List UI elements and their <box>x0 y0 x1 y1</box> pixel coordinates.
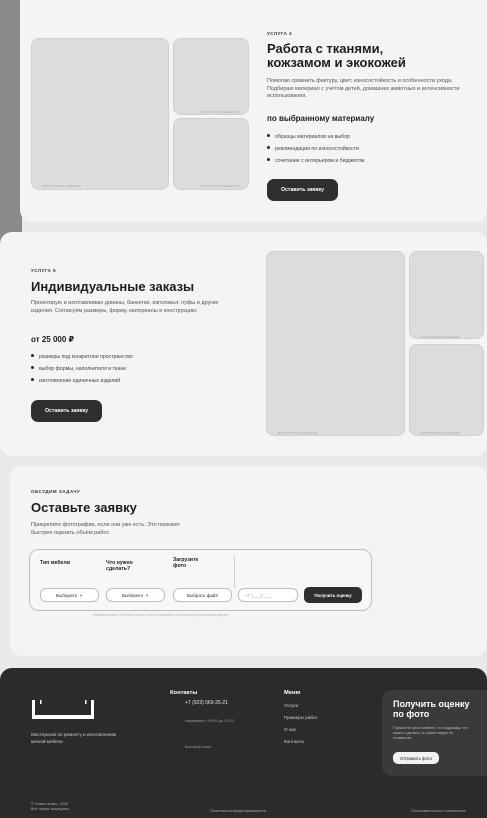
footer: Мастерская по ремонту и изготовлению мяг… <box>0 668 487 818</box>
service-5-eyebrow: УСЛУГА 5 <box>31 268 57 273</box>
service-5-bullet: изготовление единичных изделий <box>31 378 120 384</box>
service-4-price: по выбранному материалу <box>267 114 375 123</box>
service-5-bullet: выбор формы, наполнителя и ткани <box>31 366 126 372</box>
photo-caption: ФОТОГРАФИЯ ИЗДЕЛИЯ <box>200 184 240 188</box>
request-title: Оставьте заявку <box>31 500 137 515</box>
form-divider <box>234 556 235 588</box>
service-4-bullet: рекомендации по износостойкости <box>267 146 359 152</box>
label-furniture-type: Тип мебели <box>40 560 70 566</box>
chevron-down-icon: ▼ <box>79 592 84 598</box>
furniture-type-select[interactable]: Выберите ▼ <box>40 588 99 602</box>
footer-contacts-title: Контакты <box>170 690 198 696</box>
request-description: Прикрепите фотографии, если они уже есть… <box>31 522 181 536</box>
footer-hours: ежедневно с 09:00 до 21:00 <box>185 719 234 723</box>
service-4-description: Помогаю сравнить фактуру, цвет, износост… <box>267 78 460 99</box>
service-4-photo-top <box>173 38 249 115</box>
phone-input[interactable]: +7 (___) ___ <box>238 588 298 602</box>
footer-terms-link[interactable]: Пользовательское соглашение <box>411 808 466 815</box>
get-estimate-button[interactable]: Получить оценку <box>304 587 362 603</box>
label-what-to-do: Что нужно сделать? <box>106 560 133 572</box>
choose-file-button[interactable]: Выбрать файл <box>173 588 232 602</box>
service-5-title: Индивидуальные заказы <box>31 279 195 294</box>
service-5-photo-large <box>266 251 405 436</box>
chevron-down-icon: ▼ <box>145 592 150 598</box>
footer-tagline: Мастерская по ремонту и изготовлению мяг… <box>31 732 117 744</box>
footer-menu-contacts[interactable]: Контакты <box>284 739 304 746</box>
sofa-logo <box>31 698 95 722</box>
service-5-description: Проектирую и изготавливаю диваны, банкет… <box>31 300 219 314</box>
service-4-photo-large <box>31 38 169 190</box>
footer-menu-title: Меню <box>284 690 301 696</box>
service-4-title: Работа с тканями, кожзамом и экокожей <box>267 41 406 70</box>
footer-fast-reply[interactable]: Быстрый ответ <box>185 744 211 751</box>
what-to-do-select[interactable]: Выберите ▼ <box>106 588 165 602</box>
footer-cta-title: Получить оценку по фото <box>393 699 470 719</box>
service-4-bullet: сочетание с интерьером и бюджетом <box>267 158 364 164</box>
photo-caption: ФОТОГРАФИЯ ИЗДЕЛИЯ <box>200 110 240 114</box>
footer-privacy-link[interactable]: Политика конфиденциальности <box>210 808 266 815</box>
send-photo-button[interactable]: Отправить фото <box>393 752 439 764</box>
footer-copyright: © Новая жизнь, 2026 Все права защищены <box>31 802 70 811</box>
service-5-card: УСЛУГА 5 Индивидуальные заказы Проектиру… <box>0 232 487 456</box>
photo-caption: ФОТОГРАФИЯ ИЗДЕЛИЯ <box>42 184 82 188</box>
service-5-photo-bottom <box>409 344 484 436</box>
footer-menu-about[interactable]: О нас <box>284 727 296 734</box>
service-5-photo-top <box>409 251 484 339</box>
photo-caption: ФОТОГРАФИЯ ИЗДЕЛИЯ <box>420 335 460 339</box>
request-form: Тип мебели Что нужно сделать? Загрузите … <box>29 549 372 611</box>
request-eyebrow: ОБСУДИМ ЗАДАЧУ <box>31 489 81 494</box>
footer-cta-text: Пришлите фото мебели, и я подскажу, что … <box>393 726 468 740</box>
service-4-card: ФОТОГРАФИЯ ИЗДЕЛИЯ ФОТОГРАФИЯ ИЗДЕЛИЯ ФО… <box>20 0 487 222</box>
footer-menu-works[interactable]: Примеры работ <box>284 715 318 722</box>
service-5-bullet: размеры под конкретное пространство <box>31 354 133 360</box>
service-5-price: от 25 000 ₽ <box>31 335 75 344</box>
service-4-eyebrow: УСЛУГА 4 <box>267 31 293 36</box>
service-4-request-button[interactable]: Оставить заявку <box>267 179 338 201</box>
footer-phone[interactable]: +7 (923) 569-25-21 <box>185 700 235 707</box>
footer-cta-card: Получить оценку по фото Пришлите фото ме… <box>382 690 487 776</box>
service-4-bullet: образцы материалов на выбор <box>267 134 350 140</box>
service-5-request-button[interactable]: Оставить заявку <box>31 400 102 422</box>
label-upload-photo: Загрузите фото <box>173 557 199 569</box>
photo-caption: ФОТОГРАФИЯ ИЗДЕЛИЯ <box>278 431 318 435</box>
request-card: ОБСУДИМ ЗАДАЧУ Оставьте заявку Прикрепит… <box>10 466 487 656</box>
photo-caption: ФОТОГРАФИЯ ИЗДЕЛИЯ <box>420 431 460 435</box>
consent-text: Нажимая кнопку «Получить оценку», вы сог… <box>93 613 229 617</box>
service-4-photo-bottom <box>173 118 249 190</box>
footer-menu-services[interactable]: Услуги <box>284 703 298 710</box>
